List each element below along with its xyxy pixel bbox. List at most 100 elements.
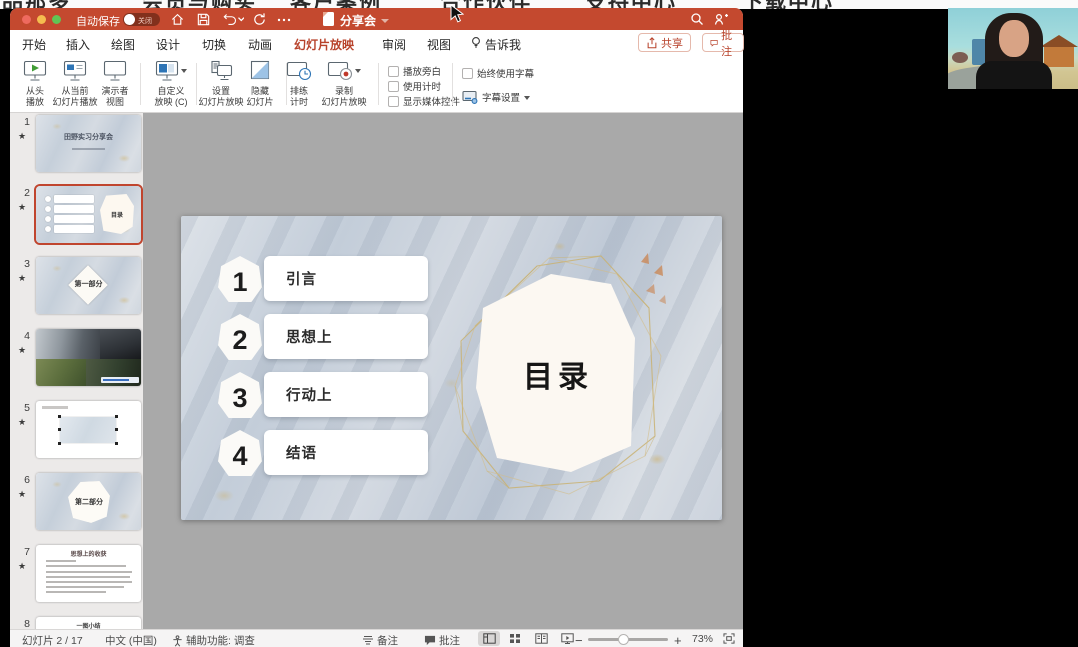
custom-show-button[interactable]: 自定义放映 (C) <box>146 60 196 107</box>
toc-title[interactable]: 目录 <box>508 352 608 396</box>
toc-number-shape: 4 <box>218 430 262 476</box>
thumbnail-title: 思想上的收获 <box>36 549 141 558</box>
thumbnail-photo <box>36 359 86 386</box>
dropdown-caret-icon <box>524 96 530 100</box>
tab-animations[interactable]: 动画 <box>248 36 272 53</box>
dropdown-caret-icon <box>181 69 187 73</box>
status-bar: 幻灯片 2 / 17 中文 (中国) 辅助功能: 调查 备注 批注 <box>10 629 743 647</box>
checkbox-icon <box>462 68 473 79</box>
zoom-percentage[interactable]: 73% <box>692 633 713 645</box>
zoom-in-button[interactable]: + <box>674 633 682 647</box>
play-from-start-icon <box>23 60 47 82</box>
autosave-state: 关闭 <box>138 16 152 26</box>
reading-view-button[interactable] <box>530 631 552 646</box>
background-nav-item: 下载中心 <box>742 0 834 9</box>
subtitle-settings-icon <box>462 90 478 104</box>
slide-canvas[interactable]: 1 引言 2 思想上 3 行动上 4 结语 <box>143 113 743 629</box>
thumbnail-caption <box>101 377 139 383</box>
thumbnail-toc-polygon: 目录 <box>100 194 134 234</box>
notes-button[interactable]: 备注 <box>362 633 398 647</box>
accessibility-icon <box>172 635 183 647</box>
slide-3-thumbnail[interactable]: 第一部分 <box>36 257 141 314</box>
slide-counter[interactable]: 幻灯片 2 / 17 <box>22 633 83 647</box>
thumbnail-background <box>36 115 141 172</box>
checkbox-icon <box>388 96 399 107</box>
tab-review[interactable]: 审阅 <box>382 36 406 53</box>
checkbox-icon <box>388 81 399 92</box>
zoom-slider-knob[interactable] <box>618 634 629 645</box>
home-icon[interactable] <box>170 12 185 27</box>
tab-transitions[interactable]: 切换 <box>202 36 226 53</box>
normal-view-button[interactable] <box>478 631 500 646</box>
webcam-overlay[interactable] <box>948 8 1078 89</box>
show-media-controls-checkbox[interactable]: 显示媒体控件 <box>388 94 460 108</box>
slide-thumbnail-panel[interactable]: 1 ★ 田野实习分享会 2 ★ <box>10 113 143 629</box>
slide-sorter-view-button[interactable] <box>504 631 526 646</box>
slide-number: 8 <box>16 618 30 629</box>
toc-item-card: 思想上 <box>264 314 428 359</box>
play-narrations-checkbox[interactable]: 播放旁白 <box>388 64 441 78</box>
slide-2-thumbnail-selected[interactable]: 目录 <box>36 186 141 243</box>
webcam-background-house-roof <box>1040 35 1078 47</box>
close-window-button[interactable] <box>22 15 31 24</box>
slide-number: 6 <box>16 474 30 486</box>
more-options-icon[interactable] <box>276 12 292 27</box>
current-slide[interactable]: 1 引言 2 思想上 3 行动上 4 结语 <box>181 216 722 520</box>
thumbnail-title: 田野实习分享会 <box>36 132 141 142</box>
slide-number: 1 <box>16 116 30 128</box>
thumbnail-subtitle-line <box>72 148 105 150</box>
slide-6-thumbnail[interactable]: 第二部分 <box>36 473 141 530</box>
tab-slideshow[interactable]: 幻灯片放映 <box>294 36 354 53</box>
zoom-out-button[interactable]: − <box>575 633 583 647</box>
tab-home[interactable]: 开始 <box>22 36 46 53</box>
presenter-body <box>976 61 1052 89</box>
slide-number: 4 <box>16 330 30 342</box>
redo-icon[interactable] <box>252 12 267 27</box>
powerpoint-window: 自动保存 关闭 分享会 <box>10 8 743 647</box>
subtitle-settings-button[interactable]: 字幕设置 <box>462 90 530 104</box>
tab-view[interactable]: 视图 <box>427 36 451 53</box>
fit-slide-to-window-button[interactable] <box>718 631 740 646</box>
share-button[interactable]: 共享 <box>638 33 691 52</box>
title-bar: 自动保存 关闭 分享会 <box>10 8 743 30</box>
save-icon[interactable] <box>196 12 211 27</box>
slide-8-thumbnail[interactable]: 一图小结 <box>36 617 141 629</box>
zoom-window-button[interactable] <box>52 15 61 24</box>
toc-number-shape: 2 <box>218 314 262 360</box>
slide-5-thumbnail[interactable] <box>36 401 141 458</box>
tab-design[interactable]: 设计 <box>156 36 180 53</box>
lightbulb-icon <box>470 36 482 52</box>
slide-number: 7 <box>16 546 30 558</box>
webcam-background-rock <box>952 52 968 63</box>
animation-star-icon: ★ <box>18 202 26 213</box>
animation-star-icon: ★ <box>18 561 26 572</box>
presenter-view-button[interactable]: 演示者视图 <box>90 60 140 107</box>
thumbnail-title: 第一部分 <box>36 279 141 289</box>
thumbnail-photo <box>100 329 141 359</box>
checkbox-icon <box>388 66 399 77</box>
play-from-current-icon <box>63 60 87 82</box>
slide-number: 2 <box>16 187 30 199</box>
toggle-knob <box>124 14 135 25</box>
undo-icon[interactable] <box>222 12 244 27</box>
use-timings-checkbox[interactable]: 使用计时 <box>388 79 441 93</box>
autosave-toggle[interactable]: 关闭 <box>123 13 160 26</box>
slide-7-thumbnail[interactable]: 思想上的收获 <box>36 545 141 602</box>
zoom-slider[interactable] <box>588 638 668 641</box>
document-title[interactable]: 分享会 <box>340 12 376 29</box>
tab-draw[interactable]: 绘图 <box>111 36 135 53</box>
slide-1-thumbnail[interactable]: 田野实习分享会 <box>36 115 141 172</box>
share-presentation-icon[interactable] <box>714 12 729 26</box>
record-slideshow-button[interactable]: 录制幻灯片放映 <box>316 60 372 107</box>
accessibility-status[interactable]: 辅助功能: 调查 <box>172 633 255 647</box>
always-use-subtitles-checkbox[interactable]: 始终使用字幕 <box>462 66 534 80</box>
tab-tell-me[interactable]: 告诉我 <box>485 36 521 53</box>
language-indicator[interactable]: 中文 (中国) <box>105 633 157 647</box>
slide-4-thumbnail[interactable] <box>36 329 141 386</box>
mouse-cursor <box>450 4 464 24</box>
tab-insert[interactable]: 插入 <box>66 36 90 53</box>
comments-toggle-button[interactable]: 批注 <box>424 633 460 647</box>
comments-button[interactable]: 批注 <box>702 33 744 52</box>
minimize-window-button[interactable] <box>37 15 46 24</box>
search-icon[interactable] <box>690 12 704 26</box>
